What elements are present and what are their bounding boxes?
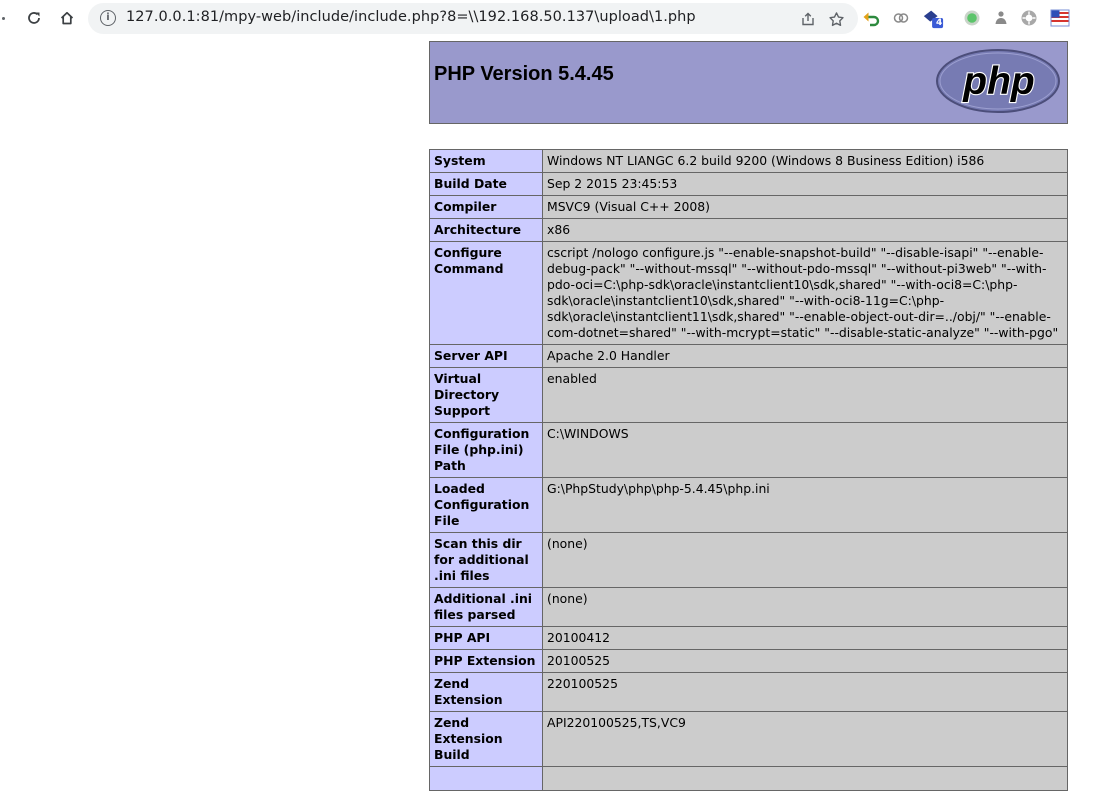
row-label: Additional .ini files parsed [429, 587, 543, 627]
row-label: Build Date [429, 172, 543, 196]
table-row: Architecture x86 [429, 218, 1068, 242]
row-value: cscript /nologo configure.js "--enable-s… [542, 241, 1068, 345]
php-logo-text: php [962, 60, 1034, 103]
undo-extension-icon[interactable] [860, 7, 882, 29]
php-info-table: System Windows NT LIANGC 6.2 build 9200 (… [429, 149, 1068, 791]
table-row: Server API Apache 2.0 Handler [429, 344, 1068, 368]
settings-extension-icon[interactable] [1018, 7, 1040, 29]
extension-badge-icon[interactable]: 4 [922, 7, 944, 29]
table-row: System Windows NT LIANGC 6.2 build 9200 (… [429, 149, 1068, 173]
php-logo[interactable]: php [935, 48, 1061, 119]
extension-badge-count: 4 [936, 18, 943, 28]
row-label: Loaded Configuration File [429, 477, 543, 533]
table-row: Additional .ini files parsed (none) [429, 587, 1068, 627]
table-row: Compiler MSVC9 (Visual C++ 2008) [429, 195, 1068, 219]
row-value: Sep 2 2015 23:45:53 [542, 172, 1068, 196]
puzzle-extension-icon[interactable] [990, 7, 1012, 29]
table-row: Configuration File (php.ini) Path C:\WIND… [429, 422, 1068, 478]
site-info-icon[interactable]: i [100, 10, 116, 26]
row-label: Virtual Directory Support [429, 367, 543, 423]
table-row: Zend Extension 220100525 [429, 672, 1068, 712]
row-value: G:\PhpStudy\php\php-5.4.45\php.ini [542, 477, 1068, 533]
row-value: 20100412 [542, 626, 1068, 650]
browser-toolbar: i 127.0.0.1:81/mpy-web/include/include.p… [0, 0, 1097, 38]
phpinfo-page: PHP Version 5.4.45 php System Windows NT … [429, 41, 1068, 791]
row-value: 20100525 [542, 649, 1068, 673]
reload-icon[interactable] [22, 6, 46, 30]
row-label: Compiler [429, 195, 543, 219]
php-version-title: PHP Version 5.4.45 [434, 63, 614, 85]
row-value: MSVC9 (Visual C++ 2008) [542, 195, 1068, 219]
row-value: (none) [542, 587, 1068, 627]
row-value: API220100525,TS,VC9 [542, 711, 1068, 767]
row-label: Configure Command [429, 241, 543, 345]
address-bar[interactable]: i 127.0.0.1:81/mpy-web/include/include.p… [88, 3, 858, 34]
home-icon[interactable] [55, 6, 79, 30]
row-value: Windows NT LIANGC 6.2 build 9200 (Window… [542, 149, 1068, 173]
row-value: 220100525 [542, 672, 1068, 712]
table-row: Virtual Directory Support enabled [429, 367, 1068, 423]
php-version-header: PHP Version 5.4.45 php [429, 41, 1068, 124]
row-label: Zend Extension Build [429, 711, 543, 767]
table-row: Zend Extension Build API220100525,TS,VC9 [429, 711, 1068, 767]
table-row: Configure Command cscript /nologo configu… [429, 241, 1068, 345]
table-row: PHP API 20100412 [429, 626, 1068, 650]
row-label: Zend Extension [429, 672, 543, 712]
row-label: PHP API [429, 626, 543, 650]
row-label: Configuration File (php.ini) Path [429, 422, 543, 478]
row-value: x86 [542, 218, 1068, 242]
green-dot-extension-icon[interactable] [961, 7, 983, 29]
table-row: Loaded Configuration File G:\PhpStudy\php… [429, 477, 1068, 533]
table-row: Scan this dir for additional .ini files(… [429, 532, 1068, 588]
link-extension-icon[interactable] [890, 7, 912, 29]
row-label: Server API [429, 344, 543, 368]
back-edge-dot [2, 17, 5, 20]
table-row: Build Date Sep 2 2015 23:45:53 [429, 172, 1068, 196]
table-row: PHP Extension 20100525 [429, 649, 1068, 673]
row-value: C:\WINDOWS [542, 422, 1068, 478]
row-label: System [429, 149, 543, 173]
row-value: Apache 2.0 Handler [542, 344, 1068, 368]
row-label: PHP Extension [429, 649, 543, 673]
flag-extension-icon[interactable] [1049, 7, 1071, 29]
row-label: Architecture [429, 218, 543, 242]
row-label: Scan this dir for additional .ini files [429, 532, 543, 588]
share-icon[interactable] [798, 9, 818, 29]
address-url[interactable]: 127.0.0.1:81/mpy-web/include/include.php… [126, 9, 696, 25]
row-value: enabled [542, 367, 1068, 423]
bookmark-star-icon[interactable] [826, 9, 846, 29]
row-value: (none) [542, 532, 1068, 588]
